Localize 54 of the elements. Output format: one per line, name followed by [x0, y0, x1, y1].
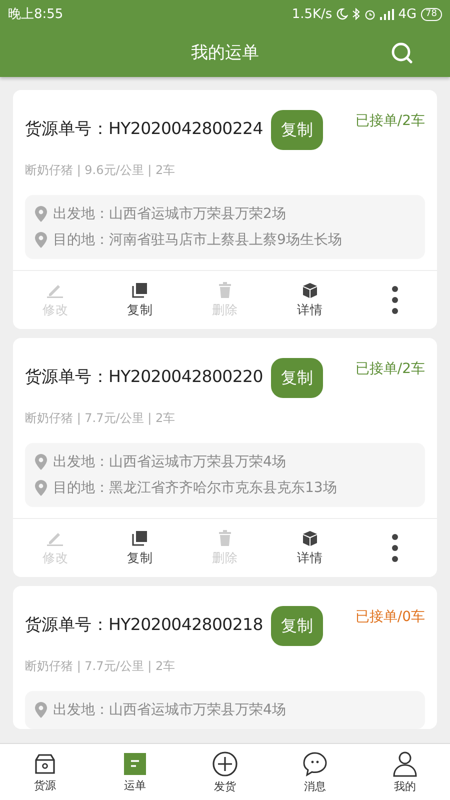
page-title: 我的运单	[191, 42, 259, 64]
action-button[interactable]: 详情	[267, 519, 352, 577]
address-text: 目的地：河南省驻马店市上蔡县上蔡9场生长场	[53, 231, 342, 249]
address-text: 目的地：黑龙江省齐齐哈尔市克东县克东13场	[53, 479, 337, 497]
order-status: 已接单/0车	[355, 608, 425, 626]
trash-icon	[218, 530, 232, 546]
action-button[interactable]: 详情	[267, 271, 352, 329]
trash-icon	[218, 282, 232, 298]
copy-icon	[132, 530, 148, 546]
alarm-icon	[364, 8, 376, 20]
status-time: 晚上8:55	[8, 6, 64, 23]
address-text: 出发地：山西省运城市万荣县万荣4场	[53, 453, 286, 471]
order-number: 货源单号：HY2020042800218	[25, 614, 263, 636]
tab-item[interactable]: 运单	[90, 744, 180, 800]
tab-item[interactable]: 我的	[360, 744, 450, 800]
more-icon	[390, 285, 399, 315]
network-type: 4G	[398, 6, 417, 22]
document-icon	[123, 752, 147, 776]
cargo-info: 断奶仔猪 | 7.7元/公里 | 2车	[25, 410, 176, 427]
tab-item[interactable]: 货源	[0, 744, 90, 800]
address-text: 出发地：山西省运城市万荣县万荣4场	[53, 701, 286, 719]
person-icon	[393, 750, 417, 776]
copy-button[interactable]: 复制	[270, 110, 323, 150]
more-icon	[390, 533, 399, 563]
location-pin-icon	[35, 454, 47, 470]
order-number: 货源单号：HY2020042800224	[25, 118, 263, 140]
order-number: 货源单号：HY2020042800220	[25, 366, 263, 388]
location-pin-icon	[35, 480, 47, 496]
action-button[interactable]: 复制	[98, 519, 183, 577]
box-search-icon	[33, 752, 57, 776]
cargo-info: 断奶仔猪 | 7.7元/公里 | 2车	[25, 658, 176, 675]
tab-item[interactable]: 发货	[180, 744, 270, 800]
copy-icon	[132, 282, 148, 298]
action-button[interactable]: 复制	[98, 271, 183, 329]
plus-circle-icon	[212, 750, 238, 776]
box-icon	[302, 282, 318, 298]
tab-item[interactable]: 消息	[270, 744, 360, 800]
battery-level: 78	[420, 8, 442, 20]
cargo-info: 断奶仔猪 | 9.6元/公里 | 2车	[25, 162, 176, 179]
moon-icon	[336, 8, 348, 20]
location-pin-icon	[35, 206, 47, 222]
order-status: 已接单/2车	[355, 360, 425, 378]
chat-bubble-icon	[302, 750, 328, 776]
location-pin-icon	[35, 232, 47, 248]
location-pin-icon	[35, 702, 47, 718]
order-status: 已接单/2车	[355, 112, 425, 130]
search-icon[interactable]	[390, 41, 414, 65]
copy-button[interactable]: 复制	[270, 358, 323, 398]
copy-button[interactable]: 复制	[270, 606, 323, 646]
network-speed: 1.5K/s	[292, 6, 332, 22]
box-icon	[302, 530, 318, 546]
bluetooth-icon	[352, 8, 360, 20]
address-text: 出发地：山西省运城市万荣县万荣2场	[53, 205, 286, 223]
signal-icon	[380, 8, 394, 20]
